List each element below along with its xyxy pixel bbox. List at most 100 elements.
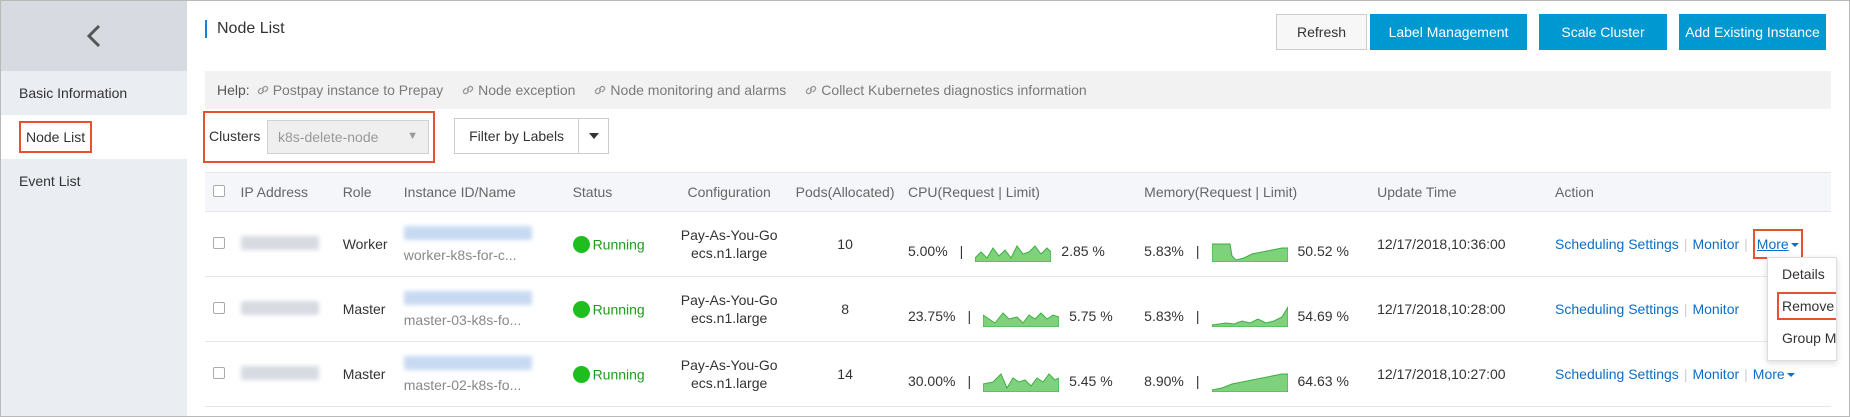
- status-text: Running: [592, 366, 645, 383]
- memory-request: 8.90%: [1144, 373, 1184, 389]
- row-checkbox[interactable]: [213, 367, 225, 379]
- back-button[interactable]: [1, 1, 187, 71]
- label-management-button[interactable]: Label Management: [1370, 14, 1527, 50]
- sidebar-item-event-list[interactable]: Event List: [1, 159, 187, 203]
- column-header-ip: IP Address: [240, 172, 343, 212]
- column-header-cpu: CPU(Request | Limit): [899, 172, 1137, 212]
- instance-type: ecs.n1.large: [691, 310, 768, 326]
- scale-cluster-button[interactable]: Scale Cluster: [1539, 14, 1667, 50]
- role-cell: Master: [342, 366, 386, 382]
- instance-type: ecs.n1.large: [691, 375, 768, 391]
- menu-item-remove[interactable]: Remove: [1768, 290, 1836, 322]
- sidebar: Basic Information Node List Event List: [1, 1, 187, 416]
- sidebar-item-label: Event List: [19, 173, 81, 189]
- memory-sparkline: [1211, 306, 1288, 327]
- memory-request: 5.83%: [1144, 243, 1184, 259]
- more-link[interactable]: More: [1757, 236, 1789, 252]
- scheduling-settings-link[interactable]: Scheduling Settings: [1555, 366, 1679, 382]
- more-link[interactable]: More: [1753, 366, 1785, 382]
- column-header-update-time: Update Time: [1377, 172, 1548, 212]
- update-time: 12/17/2018,10:27:00: [1377, 366, 1506, 382]
- column-header-pods: Pods(Allocated): [790, 172, 900, 212]
- clusters-label: Clusters: [209, 128, 261, 144]
- memory-sparkline: [1211, 373, 1288, 392]
- cpu-limit: 2.85 %: [1061, 243, 1105, 259]
- instance-id-redacted[interactable]: [403, 225, 532, 240]
- column-header-role: Role: [342, 172, 404, 212]
- filter-by-labels-label: Filter by Labels: [469, 128, 565, 144]
- pods-count: 14: [837, 366, 853, 382]
- column-header-action: Action: [1547, 172, 1831, 212]
- instance-name: master-02-k8s-fo...: [403, 376, 522, 393]
- cpu-request: 30.00%: [907, 373, 956, 389]
- role-cell: Worker: [342, 236, 388, 252]
- scheduling-settings-link[interactable]: Scheduling Settings: [1555, 236, 1679, 252]
- cpu-sparkline: [983, 312, 1060, 327]
- caret-down-icon: [1786, 373, 1795, 378]
- cpu-sparkline: [975, 245, 1052, 262]
- filter-by-labels-dropdown[interactable]: Filter by Labels: [454, 118, 609, 154]
- row-checkbox[interactable]: [213, 237, 225, 249]
- more-dropdown-toggle[interactable]: More: [1752, 229, 1803, 259]
- instance-id-redacted[interactable]: [403, 290, 532, 305]
- instance-name: master-03-k8s-fo...: [403, 311, 522, 328]
- column-header-configuration: Configuration: [668, 172, 791, 212]
- billing-method: Pay-As-You-Go: [680, 227, 778, 243]
- memory-request: 5.83%: [1144, 308, 1184, 324]
- page-header: Node List Refresh Label Management Scale…: [205, 14, 1831, 54]
- sidebar-item-label: Node List: [19, 121, 93, 153]
- menu-item-details[interactable]: Details: [1768, 258, 1836, 290]
- help-link-node-exception[interactable]: Node exception: [461, 82, 575, 98]
- billing-method: Pay-As-You-Go: [680, 292, 778, 308]
- add-existing-instance-button[interactable]: Add Existing Instance: [1679, 14, 1826, 50]
- monitor-link[interactable]: Monitor: [1692, 301, 1739, 317]
- link-icon: [257, 85, 268, 95]
- scheduling-settings-link[interactable]: Scheduling Settings: [1555, 301, 1679, 317]
- update-time: 12/17/2018,10:36:00: [1377, 236, 1506, 252]
- pods-count: 8: [841, 301, 849, 317]
- menu-item-group-monitor[interactable]: Group Mon: [1768, 322, 1836, 354]
- running-status-icon: [572, 300, 590, 318]
- memory-sparkline: [1211, 243, 1288, 262]
- more-actions-menu: Details Remove Group Mon: [1767, 257, 1837, 361]
- select-all-checkbox[interactable]: [213, 185, 225, 197]
- cluster-select[interactable]: k8s-delete-node ▼: [267, 120, 429, 154]
- node-table: IP Address Role Instance ID/Name Status …: [205, 172, 1831, 407]
- help-link-postpay-to-prepay[interactable]: Postpay instance to Prepay: [256, 82, 443, 98]
- table-header-row: IP Address Role Instance ID/Name Status …: [205, 172, 1831, 212]
- ip-address-redacted: [240, 300, 319, 315]
- ip-address-redacted: [240, 235, 319, 250]
- instance-type: ecs.n1.large: [691, 245, 768, 261]
- row-checkbox[interactable]: [213, 302, 225, 314]
- help-link-node-monitoring[interactable]: Node monitoring and alarms: [593, 82, 786, 98]
- monitor-link[interactable]: Monitor: [1692, 366, 1739, 382]
- table-row: Master master-03-k8s-fo... Running Pay-A…: [205, 277, 1831, 342]
- sidebar-item-node-list[interactable]: Node List: [1, 115, 187, 159]
- table-row: Master master-02-k8s-fo... Running Pay-A…: [205, 342, 1831, 407]
- column-header-instance: Instance ID/Name: [403, 172, 573, 212]
- memory-limit: 54.69 %: [1297, 308, 1349, 324]
- refresh-button[interactable]: Refresh: [1276, 14, 1368, 50]
- link-icon: [595, 85, 606, 95]
- instance-id-redacted[interactable]: [403, 355, 532, 370]
- monitor-link[interactable]: Monitor: [1692, 236, 1739, 252]
- instance-name: worker-k8s-for-c...: [403, 246, 517, 263]
- help-bar: Help: Postpay instance to Prepay Node ex…: [205, 71, 1831, 109]
- status-text: Running: [592, 236, 645, 253]
- sidebar-item-basic-information[interactable]: Basic Information: [1, 71, 187, 115]
- cpu-request: 23.75%: [907, 308, 956, 324]
- clusters-filter: Clusters k8s-delete-node ▼: [203, 111, 435, 163]
- help-link-collect-diagnostics[interactable]: Collect Kubernetes diagnostics informati…: [804, 82, 1087, 98]
- memory-limit: 64.63 %: [1297, 373, 1349, 389]
- cluster-select-value: k8s-delete-node: [278, 129, 379, 145]
- page-title: Node List: [205, 20, 285, 38]
- role-cell: Master: [342, 301, 386, 317]
- chevron-left-icon: [86, 24, 101, 48]
- column-header-memory: Memory(Request | Limit): [1136, 172, 1378, 212]
- status-text: Running: [592, 301, 645, 318]
- memory-limit: 50.52 %: [1297, 243, 1349, 259]
- running-status-icon: [572, 235, 590, 253]
- billing-method: Pay-As-You-Go: [680, 357, 778, 373]
- running-status-icon: [572, 365, 590, 383]
- caret-down-icon[interactable]: [578, 119, 608, 153]
